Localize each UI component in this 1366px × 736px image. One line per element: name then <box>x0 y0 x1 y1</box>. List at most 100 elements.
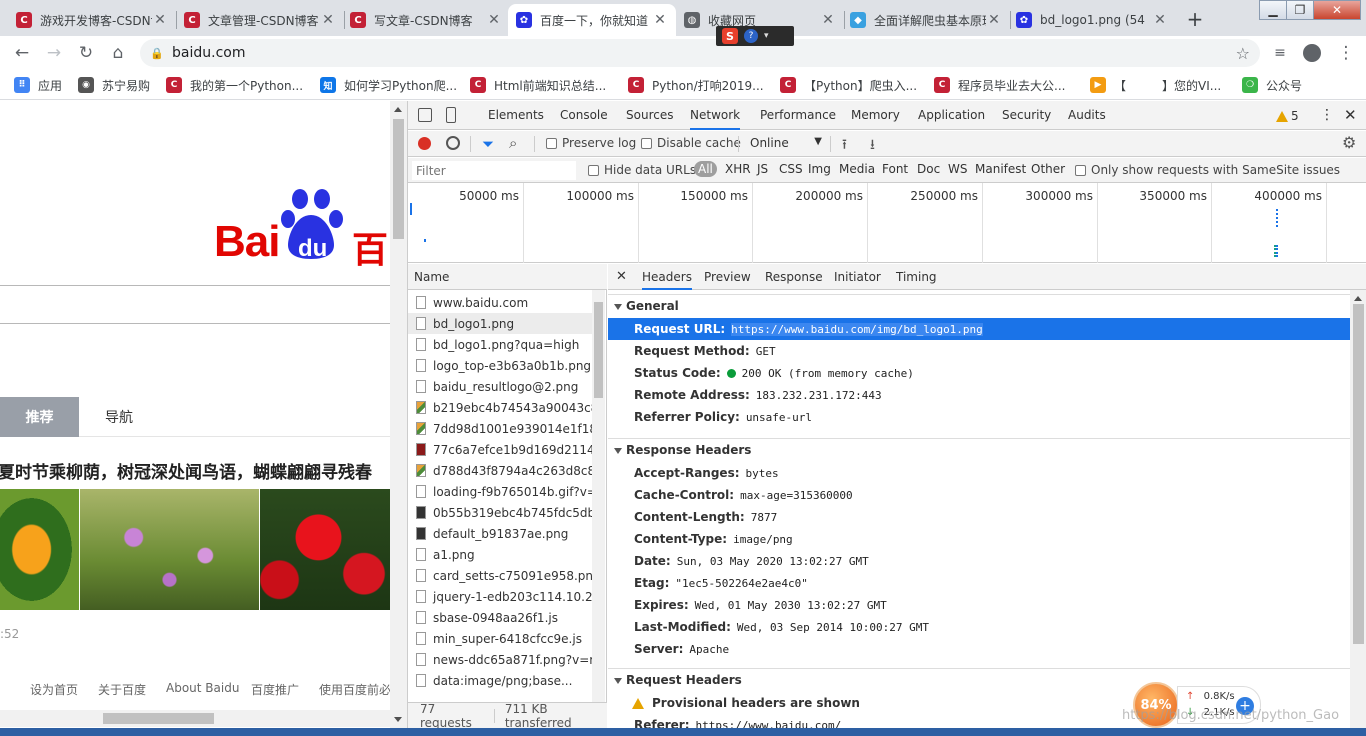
devtools-tab-memory[interactable]: Memory <box>851 101 900 130</box>
tab-nav[interactable]: 导航 <box>79 397 159 437</box>
header-row[interactable]: Request Method: GET <box>608 340 1350 362</box>
header-row[interactable]: Server: Apache <box>608 638 1350 660</box>
header-row[interactable]: Cache-Control: max-age=315360000 <box>608 484 1350 506</box>
detail-close-icon[interactable]: ✕ <box>616 264 627 290</box>
filter-type-xhr[interactable]: XHR <box>725 162 751 176</box>
request-row[interactable]: bd_logo1.png?qua=high <box>408 334 594 355</box>
request-row[interactable]: 77c6a7efce1b9d169d21142c2 <box>408 439 594 460</box>
preserve-log-checkbox[interactable]: Preserve log <box>546 136 636 150</box>
request-row[interactable]: min_super-6418cfcc9e.js <box>408 628 594 649</box>
browser-tab[interactable]: ◆ 全面详解爬虫基本原理 ✕ <box>842 4 1010 36</box>
request-row[interactable]: a1.png <box>408 544 594 565</box>
devtools-tab-security[interactable]: Security <box>1002 101 1051 130</box>
request-row[interactable]: news-ddc65a871f.png?v=md5 <box>408 649 594 670</box>
sogou-input-toolbar[interactable]: S ? ▾ <box>716 26 794 46</box>
devtools-tab-application[interactable]: Application <box>918 101 985 130</box>
request-row[interactable]: loading-f9b765014b.gif?v=md <box>408 481 594 502</box>
filter-type-other[interactable]: Other <box>1031 162 1065 176</box>
news-image-flower-red[interactable] <box>260 489 390 610</box>
bookmark-item[interactable]: ⠿ 应用 <box>14 76 62 94</box>
filter-type-ws[interactable]: WS <box>948 162 967 176</box>
request-row[interactable]: bd_logo1.png <box>408 313 594 334</box>
forward-button[interactable]: → <box>42 41 66 65</box>
filter-input[interactable] <box>412 161 576 180</box>
filter-type-js[interactable]: JS <box>757 162 768 176</box>
request-row[interactable]: logo_top-e3b63a0b1b.png <box>408 355 594 376</box>
inspect-element-icon[interactable] <box>418 108 432 122</box>
reading-list-icon[interactable]: ≡ <box>1268 41 1292 65</box>
dropdown-icon[interactable]: ▾ <box>764 31 769 41</box>
bookmark-item[interactable]: 知如何学习Python爬... <box>320 76 457 94</box>
header-row[interactable]: Request URL: https://www.baidu.com/img/bd… <box>608 318 1350 340</box>
section-response-headers[interactable]: Response Headers <box>608 438 1350 460</box>
browser-tab[interactable]: C 文章管理-CSDN博客 ✕ <box>176 4 344 36</box>
browser-tab[interactable]: ✿ bd_logo1.png (54 ✕ <box>1008 4 1176 36</box>
header-row[interactable]: Accept-Ranges: bytes <box>608 462 1350 484</box>
maximize-button[interactable]: ❐ <box>1286 0 1314 20</box>
settings-gear-icon[interactable]: ⚙ <box>1342 133 1356 152</box>
footer-link[interactable]: About Baidu <box>166 681 239 695</box>
devtools-tab-elements[interactable]: Elements <box>488 101 544 130</box>
close-tab-icon[interactable]: ✕ <box>152 12 168 28</box>
address-bar[interactable]: 🔒 baidu.com ☆ <box>140 39 1260 67</box>
header-row[interactable]: Etag: "1ec5-502264e2ae4c0" <box>608 572 1350 594</box>
network-timeline-overview[interactable]: 50000 ms 100000 ms 150000 ms 200000 ms 25000… <box>408 183 1366 263</box>
device-toolbar-icon[interactable] <box>446 107 456 123</box>
devtools-tab-sources[interactable]: Sources <box>626 101 673 130</box>
request-row[interactable]: www.baidu.com <box>408 292 594 313</box>
browser-tab[interactable]: C 游戏开发博客-CSDN博客✕ <box>8 4 176 36</box>
close-tab-icon[interactable]: ✕ <box>486 12 502 28</box>
footer-link[interactable]: 设为首页 <box>30 681 78 698</box>
hide-data-urls-checkbox[interactable]: Hide data URLs <box>588 163 696 177</box>
header-row[interactable]: Content-Type: image/png <box>608 528 1350 550</box>
header-row[interactable]: Content-Length: 7877 <box>608 506 1350 528</box>
import-har-icon[interactable]: ⭱ <box>842 134 847 158</box>
filter-type-doc[interactable]: Doc <box>917 162 940 176</box>
request-row[interactable]: 7dd98d1001e939014e1f1888b <box>408 418 594 439</box>
baidu-logo[interactable]: Bai du 百 <box>214 189 390 271</box>
filter-type-manifest[interactable]: Manifest <box>975 162 1026 176</box>
minimize-button[interactable]: ▁ <box>1259 0 1287 20</box>
request-row[interactable]: baidu_resultlogo@2.png <box>408 376 594 397</box>
profile-avatar[interactable] <box>1300 41 1324 65</box>
detail-tab-initiator[interactable]: Initiator <box>834 264 881 290</box>
request-list-scrollbar[interactable] <box>592 290 605 702</box>
bookmark-item[interactable]: C 我的第一个Python... <box>166 76 303 94</box>
bookmark-item[interactable]: C Html前端知识总结... <box>470 76 606 94</box>
request-row[interactable]: jquery-1-edb203c114.10.2.js <box>408 586 594 607</box>
news-image-flower-purple[interactable] <box>80 489 259 610</box>
detail-tab-preview[interactable]: Preview <box>704 264 751 290</box>
reload-button[interactable]: ↻ <box>74 41 98 65</box>
filter-type-css[interactable]: CSS <box>779 162 803 176</box>
detail-tab-headers[interactable]: Headers <box>642 264 692 290</box>
page-hscroll[interactable] <box>0 710 390 727</box>
bookmark-item[interactable]: ❍ 公众号 <box>1242 76 1302 94</box>
request-row[interactable]: card_setts-c75091e958.png <box>408 565 594 586</box>
throttle-select[interactable]: Online ▼ <box>750 136 822 150</box>
news-image-flower-orange[interactable] <box>0 489 79 610</box>
news-headline[interactable]: 夏时节乘柳荫，树冠深处闻鸟语，蝴蝶翩翩寻残春 <box>0 458 390 483</box>
close-tab-icon[interactable]: ✕ <box>986 12 1002 28</box>
record-icon[interactable] <box>418 137 431 150</box>
footer-link[interactable]: 使用百度前必读 <box>319 681 390 698</box>
devtools-tab-network[interactable]: Network <box>690 101 741 130</box>
bookmark-star-icon[interactable]: ☆ <box>1236 44 1250 63</box>
page-hscroll-thumb[interactable] <box>103 713 214 724</box>
request-row[interactable]: data:image/png;base... <box>408 670 594 691</box>
help-icon[interactable]: ? <box>744 29 758 43</box>
section-general[interactable]: General <box>608 294 1350 316</box>
request-list-scroll-thumb[interactable] <box>594 302 603 398</box>
disable-cache-checkbox[interactable]: Disable cache <box>641 136 741 150</box>
clear-icon[interactable] <box>446 136 460 150</box>
header-row[interactable]: Date: Sun, 03 May 2020 13:02:27 GMT <box>608 550 1350 572</box>
tab-recommend[interactable]: 推荐 <box>0 397 79 437</box>
header-row[interactable]: Status Code: 200 OK (from memory cache) <box>608 362 1350 384</box>
request-row[interactable]: 0b55b319ebc4b745fdc5db038 <box>408 502 594 523</box>
header-row[interactable]: Expires: Wed, 01 May 2030 13:02:27 GMT <box>608 594 1350 616</box>
close-tab-icon[interactable]: ✕ <box>820 12 836 28</box>
bookmark-item[interactable]: C 程序员毕业去大公... <box>934 76 1065 94</box>
bookmark-item[interactable]: C 【Python】爬虫入... <box>780 76 917 94</box>
devtools-tab-audits[interactable]: Audits <box>1068 101 1106 130</box>
bookmark-item[interactable]: C Python/打响2019... <box>628 76 764 94</box>
page-vscroll[interactable] <box>390 101 407 728</box>
